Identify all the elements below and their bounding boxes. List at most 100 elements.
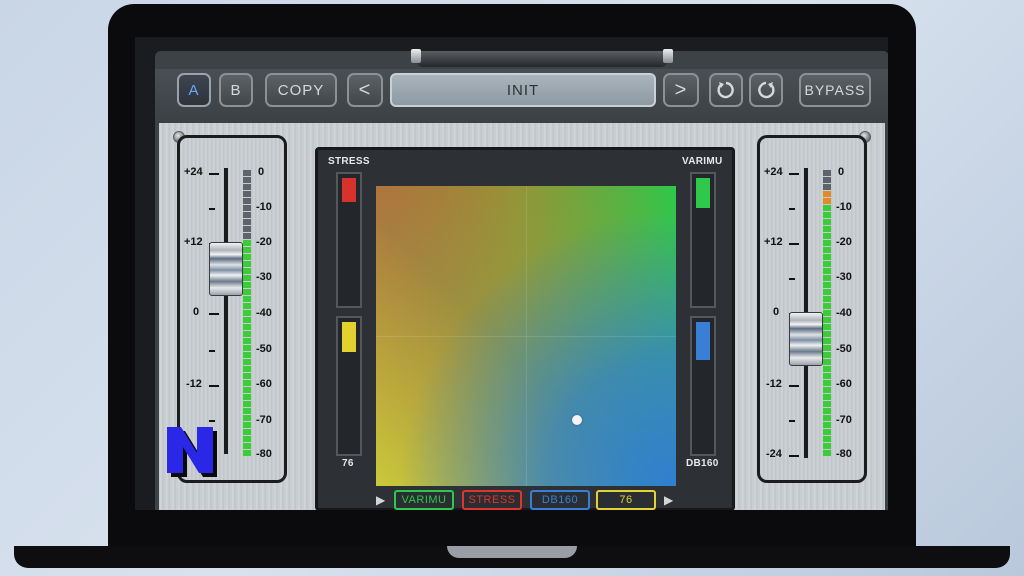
meter-led: [823, 296, 831, 302]
meter-led: [243, 450, 251, 456]
stress-slot[interactable]: [336, 172, 362, 308]
meter-led: [243, 247, 251, 253]
meter-led: [243, 366, 251, 372]
db160-slot[interactable]: [690, 316, 716, 456]
meter-led: [823, 331, 831, 337]
plugin-handle: [411, 49, 673, 67]
n-logo-watermark: [167, 427, 217, 477]
varimu-slot[interactable]: [690, 172, 716, 308]
scale-tick: [789, 455, 799, 457]
meter-led: [243, 352, 251, 358]
next-preset-button[interactable]: >: [663, 73, 699, 107]
xy-color-pad[interactable]: [376, 186, 676, 486]
db160-tag[interactable]: DB160: [530, 490, 590, 510]
meter-led: [243, 240, 251, 246]
fader-track: [224, 168, 228, 454]
meter-led: [243, 205, 251, 211]
meter-led: [243, 331, 251, 337]
meter-led: [823, 212, 831, 218]
ab-b-button[interactable]: B: [219, 73, 253, 107]
n76-slot[interactable]: [336, 316, 362, 456]
ab-a-button[interactable]: A: [177, 73, 211, 107]
n76-indicator: [342, 322, 356, 352]
meter-led: [243, 338, 251, 344]
db-scale-label: -40: [836, 307, 852, 319]
prev-preset-button[interactable]: <: [347, 73, 383, 107]
meter-led: [243, 226, 251, 232]
db-scale-label: -50: [836, 343, 852, 355]
meter-led: [243, 219, 251, 225]
meter-led: [823, 338, 831, 344]
meter-led: [823, 177, 831, 183]
scale-tick: [789, 385, 799, 387]
meter-led: [823, 198, 831, 204]
varimu-tag[interactable]: VARIMU: [394, 490, 454, 510]
meter-led: [823, 408, 831, 414]
copy-button[interactable]: COPY: [265, 73, 337, 107]
scale-tick: [209, 208, 215, 210]
meter-led: [243, 324, 251, 330]
meter-led: [823, 436, 831, 442]
meter-led: [243, 184, 251, 190]
fader-scale-label: +24: [764, 166, 783, 178]
fader-scale-label: -12: [186, 378, 202, 390]
meter-led: [823, 352, 831, 358]
meter-led: [243, 289, 251, 295]
redo-button[interactable]: [749, 73, 783, 107]
undo-button[interactable]: [709, 73, 743, 107]
db160-label: DB160: [686, 458, 719, 469]
meter-led: [823, 429, 831, 435]
fader-scale-label: 0: [193, 306, 200, 318]
xy-position-dot[interactable]: [572, 415, 582, 425]
varimu-label: VARIMU: [682, 156, 723, 167]
meter-led: [243, 177, 251, 183]
db-scale-label: -80: [836, 448, 852, 460]
output-level-meter: [823, 170, 831, 457]
meter-led: [243, 387, 251, 393]
input-gain-fader[interactable]: [209, 242, 243, 296]
scale-tick: [789, 173, 799, 175]
meter-led: [823, 205, 831, 211]
meter-led: [243, 373, 251, 379]
n76-tag[interactable]: 76: [596, 490, 656, 510]
undo-icon: [717, 81, 734, 99]
meter-led: [243, 359, 251, 365]
meter-led: [823, 240, 831, 246]
meter-led: [243, 233, 251, 239]
meter-led: [243, 261, 251, 267]
fader-scale-label: +12: [184, 236, 203, 248]
meter-led: [823, 191, 831, 197]
metal-panel: +24 +12 0 -12 0 -10 -20 -30 -40 -50 -60 …: [159, 123, 885, 510]
db-scale-label: -10: [256, 201, 272, 213]
meter-led: [243, 303, 251, 309]
meter-led: [823, 170, 831, 176]
output-gain-fader[interactable]: [789, 312, 823, 366]
db-scale-label: -10: [836, 201, 852, 213]
bypass-button[interactable]: BYPASS: [799, 73, 871, 107]
play-left-icon[interactable]: ▶: [376, 493, 385, 507]
meter-led: [823, 450, 831, 456]
play-right-icon[interactable]: ▶: [664, 493, 673, 507]
meter-led: [823, 184, 831, 190]
db-scale-label: -70: [836, 414, 852, 426]
meter-led: [243, 198, 251, 204]
laptop-screen: A B COPY < INIT > BYPASS +24 +12 0 -12 0…: [135, 37, 888, 510]
meter-led: [823, 310, 831, 316]
meter-led: [823, 401, 831, 407]
meter-led: [243, 401, 251, 407]
db-scale-label: -30: [256, 271, 272, 283]
preset-name-display[interactable]: INIT: [390, 73, 656, 107]
meter-led: [823, 443, 831, 449]
db-scale-label: -20: [836, 236, 852, 248]
fader-scale-label: 0: [773, 306, 780, 318]
db-scale-label: -40: [256, 307, 272, 319]
stress-tag[interactable]: STRESS: [462, 490, 522, 510]
scale-tick: [789, 420, 795, 422]
db-scale-label: 0: [258, 166, 265, 178]
meter-led: [823, 324, 831, 330]
meter-led: [823, 366, 831, 372]
meter-led: [243, 282, 251, 288]
scale-tick: [209, 385, 219, 387]
meter-led: [243, 394, 251, 400]
meter-led: [243, 254, 251, 260]
